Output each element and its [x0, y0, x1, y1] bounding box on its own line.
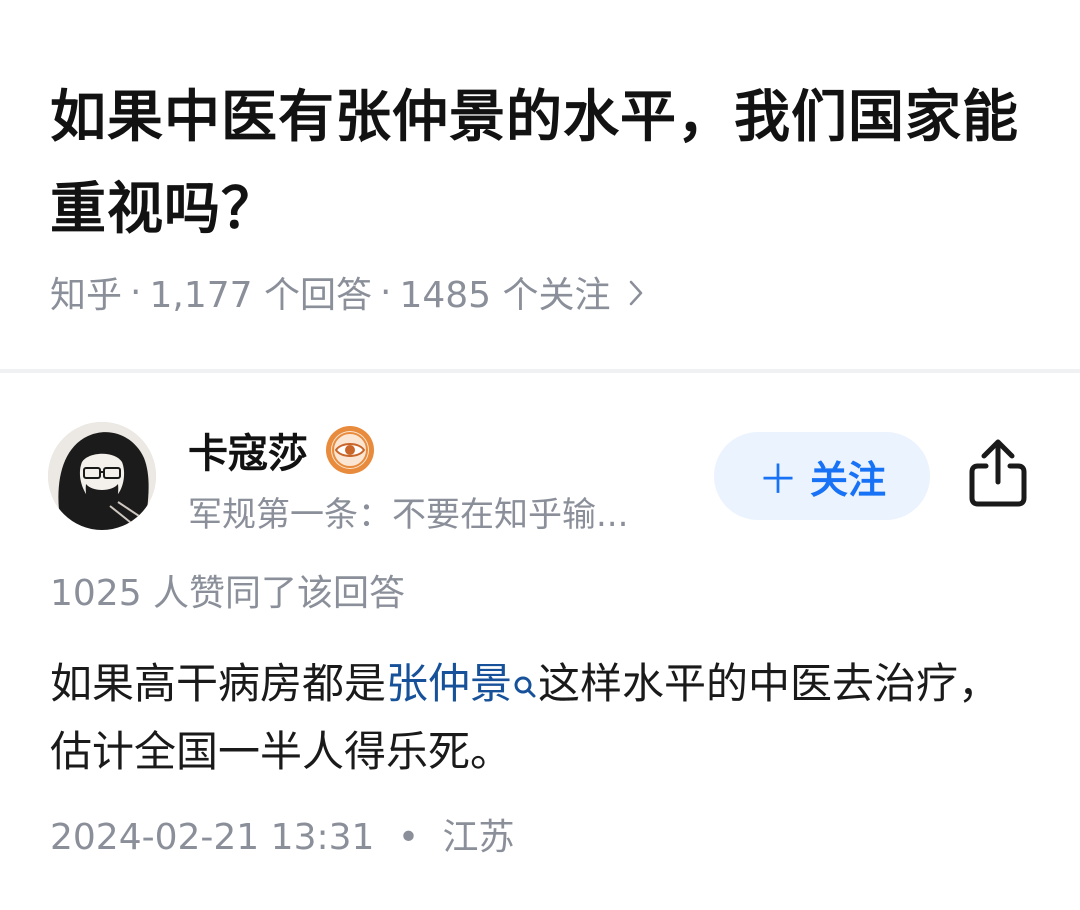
- answer-content[interactable]: 如果高干病房都是张仲景 这样水平的中医去治疗，估计全国一半人得乐死。: [50, 650, 1010, 786]
- meta-separator: ·: [130, 271, 142, 313]
- answer-search-link[interactable]: 张仲景: [386, 659, 538, 708]
- author-name-row: 卡寇莎: [188, 420, 376, 480]
- avatar[interactable]: [48, 422, 156, 530]
- author-name[interactable]: 卡寇莎: [188, 421, 308, 479]
- answer-link-text[interactable]: 张仲景: [386, 659, 512, 708]
- answer-location: 江苏: [442, 817, 515, 858]
- section-divider: [0, 369, 1080, 373]
- meta-separator: ·: [379, 271, 392, 313]
- answer-meta: 2024-02-21 13:31 • 江苏: [50, 810, 515, 866]
- eye-badge-icon: [324, 424, 376, 476]
- source-label: 知乎: [50, 275, 123, 316]
- author-bio: 军规第一条：不要在知乎输...: [188, 495, 629, 535]
- answer-date: 2024-02-21 13:31: [50, 817, 375, 858]
- answer-count: 1,177 个回答: [149, 275, 372, 316]
- plus-icon: ＋: [757, 457, 798, 503]
- follower-count: 1485 个关注: [399, 275, 611, 316]
- question-title[interactable]: 如果中医有张仲景的水平，我们国家能重视吗？: [50, 72, 1040, 256]
- share-icon[interactable]: [962, 436, 1034, 512]
- follow-label: 关注: [809, 457, 886, 502]
- question-meta[interactable]: 知乎 · 1,177 个回答 · 1485 个关注: [50, 266, 647, 318]
- chevron-right-icon[interactable]: [629, 266, 647, 318]
- answer-text-start: 如果高干病房都是: [50, 659, 387, 708]
- search-icon[interactable]: [512, 656, 538, 698]
- follow-button[interactable]: ＋ 关注: [714, 432, 930, 520]
- meta-separator: •: [397, 817, 420, 858]
- vote-summary: 1025 人赞同了该回答: [50, 573, 406, 614]
